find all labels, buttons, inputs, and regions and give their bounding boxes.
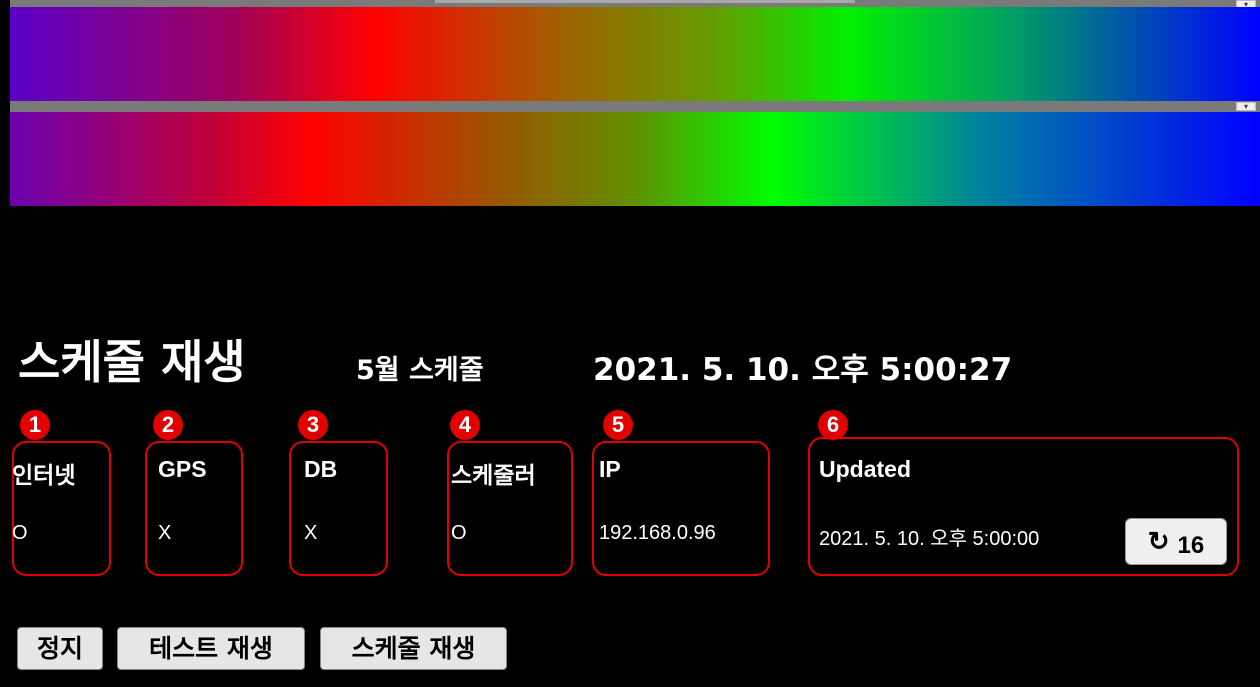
ip-label: IP — [599, 456, 621, 482]
refresh-icon: ↻ — [1147, 526, 1170, 556]
separator-bar — [10, 101, 1260, 112]
refresh-button[interactable]: ↻ 16 — [1125, 518, 1227, 565]
internet-value: O — [12, 522, 28, 544]
schedule-play-button[interactable]: 스케줄 재생 — [320, 627, 507, 670]
updated-value: 2021. 5. 10. 오후 5:00:00 — [819, 528, 1040, 550]
scroll-thumb[interactable] — [435, 0, 855, 3]
internet-label: 인터넷 — [12, 462, 76, 488]
stop-button[interactable]: 정지 — [17, 627, 103, 670]
gps-value: X — [158, 522, 172, 544]
test-play-button[interactable]: 테스트 재생 — [117, 627, 305, 670]
top-scrollbar[interactable] — [10, 0, 1260, 7]
gradient-preview-1 — [10, 7, 1260, 101]
callout-badge-6: 6 — [818, 410, 848, 440]
callout-badge-5: 5 — [603, 410, 633, 440]
callout-badge-2: 2 — [153, 410, 183, 440]
gradient-preview-2 — [10, 112, 1260, 206]
gps-label: GPS — [158, 456, 207, 482]
callout-badge-3: 3 — [298, 410, 328, 440]
scheduler-value: O — [451, 522, 467, 544]
scroll-down-icon-2[interactable]: ▾ — [1236, 102, 1256, 111]
callout-badge-1: 1 — [20, 410, 50, 440]
scheduler-label: 스케줄러 — [451, 462, 536, 488]
current-time: 2021. 5. 10. 오후 5:00:27 — [593, 352, 1013, 388]
callout-badge-4: 4 — [450, 410, 480, 440]
schedule-name: 5월 스케줄 — [356, 355, 484, 386]
page-title: 스케줄 재생 — [18, 335, 246, 389]
ip-value: 192.168.0.96 — [599, 522, 716, 544]
db-value: X — [304, 522, 318, 544]
refresh-count: 16 — [1177, 531, 1205, 559]
db-label: DB — [304, 456, 338, 482]
updated-label: Updated — [819, 456, 911, 482]
